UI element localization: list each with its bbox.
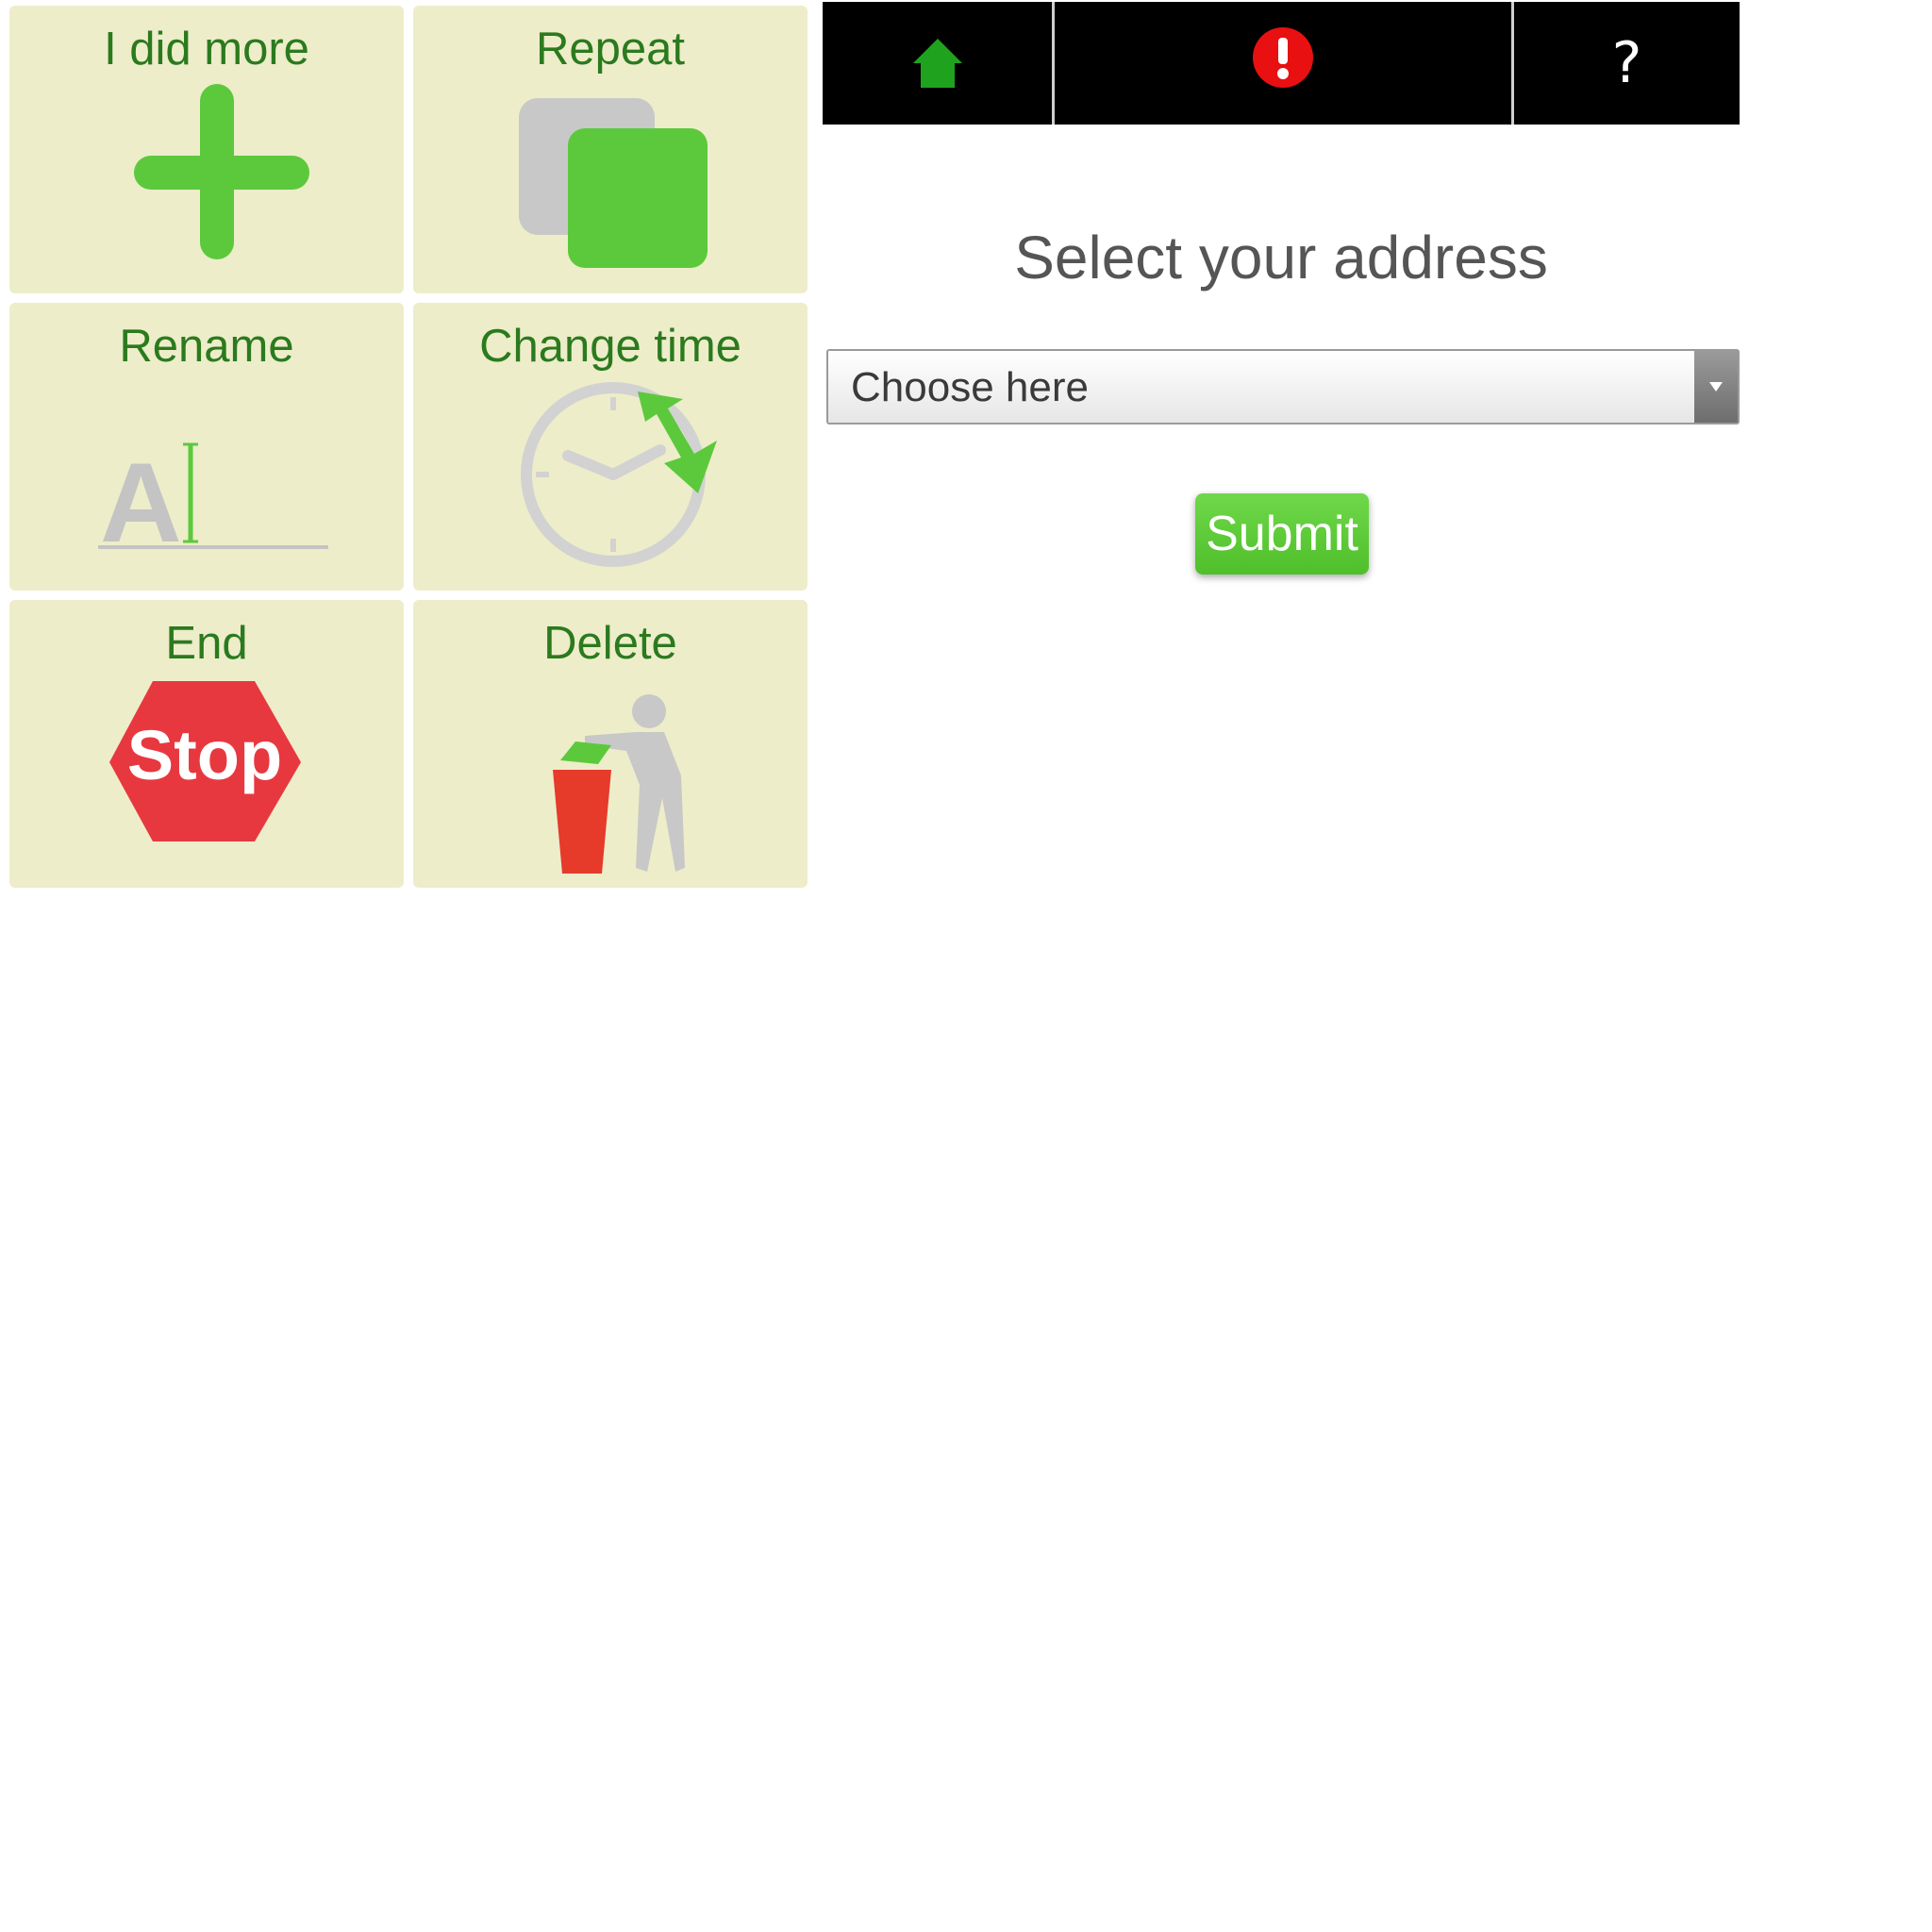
tile-rename[interactable]: A Rename (9, 303, 404, 591)
submit-button[interactable]: Submit (1195, 493, 1369, 575)
svg-text:Stop: Stop (127, 716, 282, 794)
tile-label: I did more (104, 24, 309, 75)
tile-label: Delete (543, 618, 677, 669)
home-icon (912, 39, 962, 88)
alert-icon (1253, 27, 1313, 88)
tile-label: Repeat (535, 24, 685, 75)
tile-change-time[interactable]: Change time (413, 303, 808, 591)
address-select[interactable]: Choose here (826, 349, 1740, 425)
select-dropdown-button[interactable] (1694, 351, 1738, 423)
top-nav-bar: ? (823, 2, 1740, 125)
tile-i-did-more[interactable]: I did more (9, 6, 404, 293)
help-button[interactable]: ? (1514, 2, 1740, 125)
tile-delete[interactable]: Delete (413, 600, 808, 888)
tile-end[interactable]: Stop End (9, 600, 404, 888)
alert-button[interactable] (1055, 2, 1511, 125)
page-title: Select your address (1014, 224, 1548, 291)
tile-label: Change time (479, 321, 741, 372)
tile-repeat[interactable]: Repeat (413, 6, 808, 293)
action-tile-grid: I did more Repeat A Rename Change time S… (0, 0, 815, 891)
chevron-down-icon (1709, 382, 1723, 391)
help-icon: ? (1611, 30, 1642, 96)
address-select-value: Choose here (851, 364, 1089, 410)
home-button[interactable] (823, 2, 1052, 125)
tile-label: End (165, 618, 248, 669)
tile-label: Rename (119, 321, 294, 372)
